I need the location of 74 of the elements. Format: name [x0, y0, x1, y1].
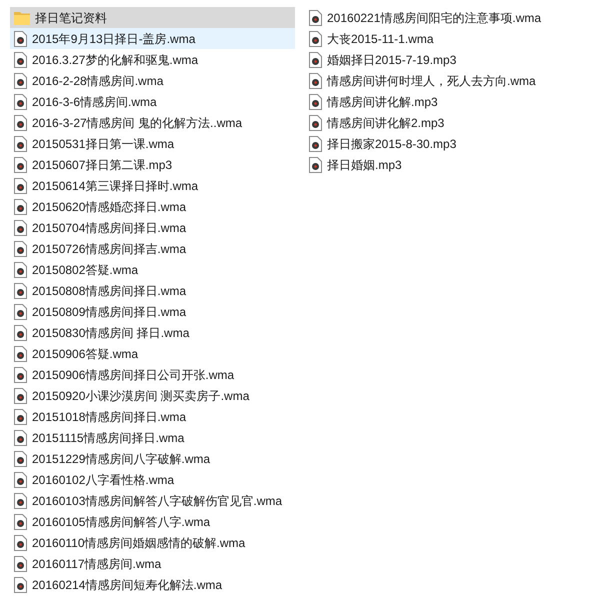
file-name: 20160110情感房间婚姻感情的破解.wma — [32, 534, 246, 552]
file-item[interactable]: 择日笔记资料 — [10, 7, 295, 28]
file-name: 20150906答疑.wma — [32, 346, 138, 362]
audio-file-icon — [14, 304, 27, 320]
audio-file-icon — [14, 430, 27, 446]
file-item[interactable]: 2015年9月13日择日-盖房.wma — [10, 28, 295, 49]
audio-file-icon — [309, 156, 322, 172]
audio-file-icon — [14, 324, 27, 340]
audio-file-icon — [14, 346, 27, 362]
audio-file-icon — [309, 136, 322, 152]
file-name: 20151229情感房间八字破解.wma — [32, 450, 210, 468]
audio-file-icon — [14, 492, 27, 508]
audio-file-icon — [14, 388, 27, 404]
file-name: 2016-2-28情感房间.wma — [32, 72, 164, 90]
file-name: 20150620情感婚恋择日.wma — [32, 198, 186, 216]
folder-icon — [14, 10, 30, 24]
file-name: 20160103情感房间解答八字破解伤官见官.wma — [32, 492, 282, 510]
file-name: 20150704情感房间择日.wma — [32, 220, 186, 236]
audio-file-icon — [14, 472, 27, 488]
file-name: 2015年9月13日择日-盖房.wma — [32, 30, 196, 48]
file-name: 20160117情感房间.wma — [32, 556, 162, 572]
file-name: 婚姻择日2015-7-19.mp3 — [327, 52, 456, 68]
audio-file-icon — [14, 240, 27, 256]
audio-file-icon — [14, 114, 27, 130]
file-name: 20150920小课沙漠房间 测买卖房子.wma — [32, 388, 250, 404]
file-name: 20160221情感房间阳宅的注意事项.wma — [327, 10, 542, 26]
audio-file-icon — [14, 282, 27, 298]
file-name: 20150808情感房间择日.wma — [32, 282, 186, 300]
file-name: 情感房间讲化解2.mp3 — [327, 114, 444, 132]
audio-file-icon — [14, 136, 27, 152]
audio-file-icon — [14, 156, 27, 172]
file-name: 20150802答疑.wma — [32, 262, 138, 278]
audio-file-icon — [309, 10, 322, 26]
file-name: 情感房间讲何时埋人，死人去方向.wma — [327, 72, 536, 90]
audio-file-icon — [14, 198, 27, 214]
file-name: 20150726情感房间择吉.wma — [32, 240, 186, 258]
audio-file-icon — [14, 556, 27, 572]
audio-file-icon — [309, 114, 322, 130]
audio-file-icon — [14, 94, 27, 110]
file-name: 20150607择日第二课.mp3 — [32, 156, 172, 174]
file-name: 择日搬家2015-8-30.mp3 — [327, 136, 456, 152]
file-name: 大丧2015-11-1.wma — [327, 30, 434, 48]
audio-file-icon — [14, 450, 27, 466]
audio-file-icon — [14, 408, 27, 424]
audio-file-icon — [14, 30, 27, 46]
file-name: 情感房间讲化解.mp3 — [327, 94, 438, 110]
file-name: 择日笔记资料 — [35, 10, 107, 26]
file-name: 20150531择日第一课.wma — [32, 136, 174, 152]
file-name: 20150830情感房间 择日.wma — [32, 324, 190, 342]
file-name: 20150809情感房间择日.wma — [32, 304, 186, 320]
file-name: 20151018情感房间择日.wma — [32, 408, 186, 426]
file-name: 2016.3.27梦的化解和驱鬼.wma — [32, 52, 198, 68]
audio-file-icon — [14, 514, 27, 530]
audio-file-icon — [14, 262, 27, 278]
file-name: 2016-3-6情感房间.wma — [32, 94, 157, 110]
file-name: 20150614第三课择日择时.wma — [32, 178, 198, 194]
audio-file-icon — [14, 72, 27, 88]
audio-file-icon — [14, 178, 27, 194]
file-name: 20160102八字看性格.wma — [32, 472, 174, 488]
audio-file-icon — [309, 52, 322, 68]
file-name: 2016-3-27情感房间 鬼的化解方法..wma — [32, 114, 242, 132]
audio-file-icon — [14, 220, 27, 236]
file-name: 20160214情感房间短寿化解法.wma — [32, 576, 222, 594]
file-name: 20151115情感房间择日.wma — [32, 430, 184, 446]
file-name: 20160105情感房间解答八字.wma — [32, 514, 210, 530]
audio-file-icon — [14, 576, 27, 592]
audio-file-icon — [14, 52, 27, 68]
audio-file-icon — [14, 366, 27, 382]
audio-file-icon — [309, 72, 322, 88]
file-name: 择日婚姻.mp3 — [327, 156, 402, 174]
audio-file-icon — [309, 30, 322, 46]
file-name: 20150906情感房间择日公司开张.wma — [32, 366, 234, 384]
audio-file-icon — [309, 94, 322, 110]
audio-file-icon — [14, 534, 27, 550]
